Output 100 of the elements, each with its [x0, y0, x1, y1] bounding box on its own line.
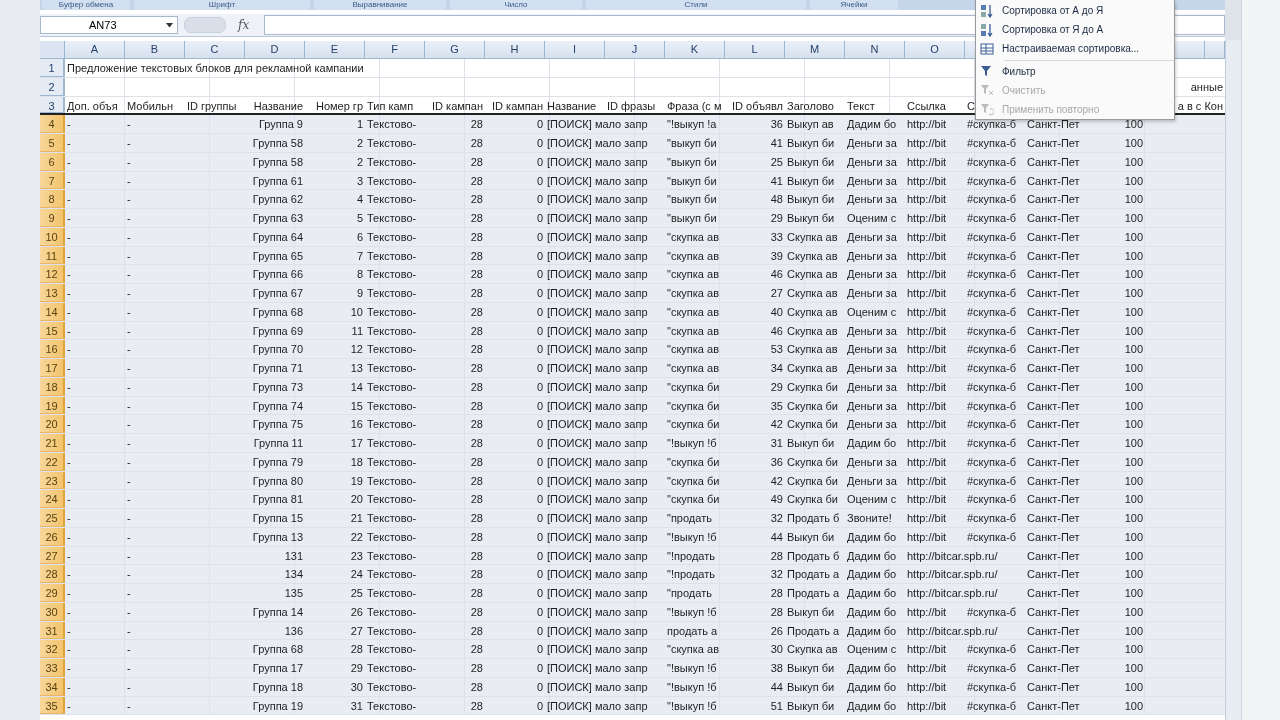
- table-cell: Скупка ав: [787, 304, 838, 319]
- table-cell: #скупка-б: [967, 379, 1017, 394]
- table-cell: Группа 75: [252, 417, 303, 432]
- menu-item[interactable]: Сортировка от Я до А: [976, 20, 1174, 40]
- table-cell: 0: [536, 661, 543, 675]
- formula-bar-handle[interactable]: [184, 17, 226, 33]
- table-cell: 100: [1124, 379, 1143, 394]
- select-all-corner[interactable]: [40, 41, 65, 59]
- table-cell: Скупка ав: [787, 361, 838, 375]
- row-header[interactable]: 33: [40, 659, 65, 677]
- table-cell: Скупка ав: [787, 248, 838, 263]
- table-cell: Выкуп би: [787, 173, 835, 188]
- table-cell: 28: [470, 642, 483, 657]
- row-header[interactable]: 1: [40, 59, 65, 77]
- column-header[interactable]: I: [545, 41, 605, 59]
- column-title: Текст: [847, 98, 875, 113]
- table-cell: 100: [1124, 661, 1143, 675]
- row-header[interactable]: 28: [40, 565, 65, 583]
- table-cell: Санкт-Пет: [1027, 642, 1080, 657]
- row-header[interactable]: 12: [40, 265, 65, 283]
- table-cell: Текстово-: [367, 417, 417, 432]
- row-header[interactable]: 13: [40, 284, 65, 302]
- name-box[interactable]: AN73: [40, 16, 178, 34]
- row-header[interactable]: 24: [40, 490, 65, 508]
- row-header[interactable]: 25: [40, 509, 65, 527]
- table-cell: 2: [356, 136, 363, 150]
- column-header[interactable]: [1205, 41, 1225, 59]
- table-cell: Группа 73: [252, 379, 303, 394]
- column-header[interactable]: D: [245, 41, 305, 59]
- table-cell: 0: [536, 679, 543, 694]
- table-icon: [980, 41, 994, 56]
- table-cell: Текстово-: [367, 454, 417, 469]
- table-cell: 30: [350, 679, 363, 694]
- row-header[interactable]: 8: [40, 190, 65, 208]
- menu-item[interactable]: Фильтр: [976, 61, 1174, 81]
- table-cell: 0: [536, 361, 543, 375]
- table-cell: Санкт-Пет: [1027, 173, 1080, 188]
- table-cell: -: [67, 548, 71, 563]
- table-cell: Группа 61: [252, 173, 303, 188]
- table-cell: 27: [770, 286, 783, 300]
- table-cell: Деньги за: [847, 286, 897, 300]
- column-header[interactable]: C: [185, 41, 245, 59]
- table-cell: -: [67, 436, 71, 450]
- insert-function-button[interactable]: fx: [238, 18, 258, 32]
- column-title: Фраза (с м: [667, 98, 722, 113]
- table-cell: Санкт-Пет: [1027, 417, 1080, 432]
- table-cell: 51: [770, 698, 783, 713]
- table-cell: Санкт-Пет: [1027, 136, 1080, 150]
- table-cell: #скупка-б: [967, 173, 1017, 188]
- column-header[interactable]: O: [905, 41, 965, 59]
- column-header[interactable]: K: [665, 41, 725, 59]
- table-cell: Группа 14: [252, 604, 303, 619]
- table-cell: 46: [770, 267, 783, 282]
- table-cell: -: [127, 661, 131, 675]
- vertical-scrollbar[interactable]: [1225, 40, 1241, 720]
- column-title: Мобильн: [127, 98, 174, 113]
- row-header[interactable]: 21: [40, 434, 65, 452]
- table-cell: "скупка ав: [667, 248, 719, 263]
- table-cell: Группа 65: [252, 248, 303, 263]
- table-cell: #скупка-б: [967, 117, 1017, 132]
- table-cell: 100: [1124, 323, 1143, 338]
- table-cell: -: [67, 154, 71, 169]
- table-cell: Текстово-: [367, 604, 417, 619]
- column-header[interactable]: L: [725, 41, 785, 59]
- row-header[interactable]: 4: [40, 115, 65, 133]
- column-header[interactable]: F: [365, 41, 425, 59]
- table-cell: [ПОИСК] мало запр: [547, 173, 648, 188]
- table-cell: Санкт-Пет: [1027, 586, 1080, 600]
- column-header[interactable]: B: [125, 41, 185, 59]
- column-header[interactable]: M: [785, 41, 845, 59]
- row-header[interactable]: 16: [40, 340, 65, 358]
- column-header[interactable]: N: [845, 41, 905, 59]
- column-header[interactable]: H: [485, 41, 545, 59]
- row-header[interactable]: 17: [40, 359, 65, 377]
- table-cell: 0: [536, 473, 543, 488]
- table-cell: -: [127, 529, 131, 544]
- table-cell: -: [127, 173, 131, 188]
- column-header[interactable]: G: [425, 41, 485, 59]
- table-cell: 0: [536, 211, 543, 225]
- table-cell: 22: [350, 529, 363, 544]
- column-header[interactable]: A: [65, 41, 125, 59]
- table-cell: Санкт-Пет: [1027, 379, 1080, 394]
- table-cell: 0: [536, 492, 543, 507]
- row-header[interactable]: 32: [40, 640, 65, 658]
- row-header[interactable]: 9: [40, 209, 65, 227]
- table-cell: Дадим бо: [847, 548, 897, 563]
- table-cell: -: [67, 211, 71, 225]
- table-cell: 28: [470, 586, 483, 600]
- menu-item[interactable]: Настраиваемая сортировка...: [976, 39, 1174, 59]
- column-header[interactable]: E: [305, 41, 365, 59]
- table-cell: 28: [470, 529, 483, 544]
- table-cell: Деньги за: [847, 454, 897, 469]
- column-header[interactable]: J: [605, 41, 665, 59]
- row-header[interactable]: 5: [40, 134, 65, 152]
- table-cell: -: [67, 342, 71, 357]
- menu-item[interactable]: Сортировка от А до Я: [976, 1, 1174, 21]
- row-header[interactable]: 29: [40, 584, 65, 602]
- table-cell: Деньги за: [847, 173, 897, 188]
- table-cell: -: [67, 679, 71, 694]
- row-header[interactable]: 20: [40, 415, 65, 433]
